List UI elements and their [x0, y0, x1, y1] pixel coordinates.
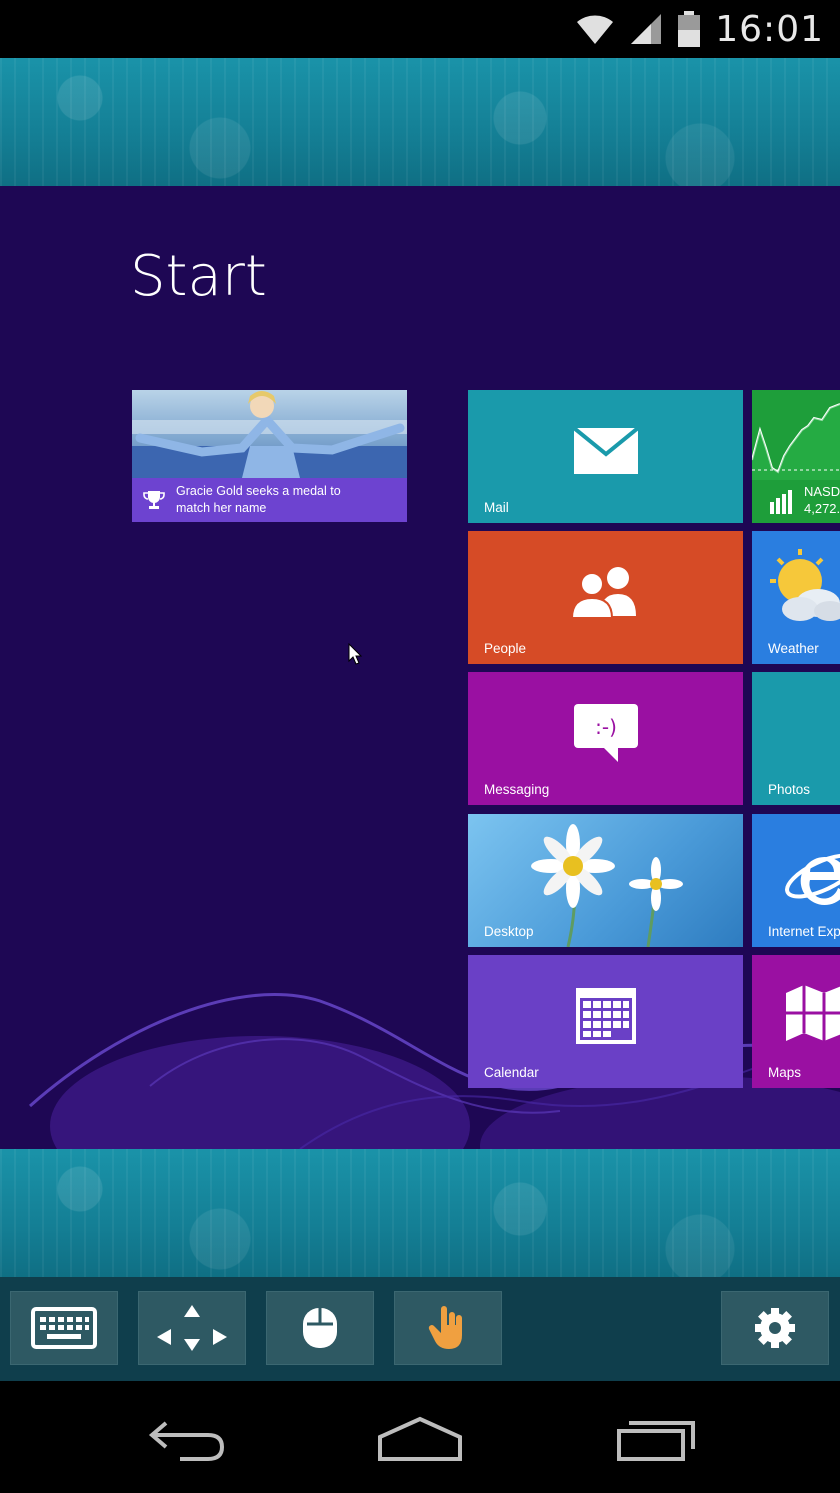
mouse-icon — [303, 1308, 337, 1348]
tile-label: Maps — [768, 1065, 802, 1080]
tile-desktop[interactable]: Desktop — [468, 814, 743, 947]
remote-background-bottom — [0, 1149, 840, 1277]
internet-explorer-icon — [785, 853, 840, 905]
tile-label: People — [484, 641, 527, 656]
keyboard-button[interactable] — [10, 1291, 118, 1365]
tile-label: Messaging — [484, 782, 550, 797]
navigation-bar — [0, 1381, 840, 1493]
home-button[interactable] — [372, 1409, 468, 1469]
news-photo — [132, 390, 407, 478]
tile-finance[interactable]: NASDAQ 4,272. — [752, 390, 840, 523]
recents-button[interactable] — [608, 1409, 704, 1469]
tile-label: Desktop — [484, 924, 534, 939]
back-icon — [148, 1421, 225, 1461]
tile-maps[interactable]: Maps — [752, 955, 840, 1088]
tile-photos[interactable]: Photos — [752, 672, 840, 805]
touch-hand-icon — [428, 1306, 462, 1349]
tile-label: Photos — [768, 782, 811, 797]
tile-label: Calendar — [484, 1065, 539, 1080]
back-button[interactable] — [138, 1409, 234, 1469]
battery-icon — [678, 11, 701, 47]
news-caption: Gracie Gold seeks a medal to match her n… — [132, 478, 407, 522]
tile-label: Internet Expl — [768, 924, 840, 939]
wifi-icon — [577, 15, 614, 44]
remote-desktop-view[interactable]: Start Gracie Gold seeks a medal to match… — [0, 186, 840, 1149]
tile-calendar[interactable]: Calendar — [468, 955, 743, 1088]
clock: 16:01 — [715, 8, 824, 50]
touch-mode-button[interactable] — [394, 1291, 502, 1365]
keyboard-icon — [31, 1307, 97, 1349]
gear-icon — [755, 1308, 795, 1348]
calendar-icon — [575, 988, 636, 1045]
messaging-icon: :-) — [573, 704, 638, 763]
settings-button[interactable] — [721, 1291, 829, 1365]
finance-label: NASDAQ — [804, 484, 840, 499]
tile-label: Mail — [484, 500, 509, 515]
tile-people[interactable]: People — [468, 531, 743, 664]
arrows-icon — [157, 1305, 227, 1351]
status-bar: 16:01 — [0, 0, 840, 58]
tile-label: Weather — [768, 641, 819, 656]
news-tile[interactable]: Gracie Gold seeks a medal to match her n… — [132, 390, 407, 522]
maps-icon — [786, 985, 840, 1041]
finance-value: 4,272. — [804, 501, 840, 516]
status-icons: 16:01 — [575, 8, 824, 50]
svg-text::-): :-) — [595, 715, 617, 739]
tile-mail[interactable]: Mail — [468, 390, 743, 523]
home-icon — [378, 1416, 462, 1461]
mail-icon — [573, 428, 638, 475]
arrow-keys-button[interactable] — [138, 1291, 246, 1365]
tile-messaging[interactable]: :-) Messaging — [468, 672, 743, 805]
signal-icon — [631, 14, 662, 44]
remote-background-top — [0, 58, 840, 186]
tile-internet-explorer[interactable]: Internet Expl — [752, 814, 840, 947]
page-title: Start — [130, 244, 267, 309]
remote-toolbar — [0, 1277, 840, 1381]
mouse-cursor — [348, 643, 363, 665]
mouse-mode-button[interactable] — [266, 1291, 374, 1365]
tile-weather[interactable]: Weather — [752, 531, 840, 664]
trophy-icon — [143, 491, 165, 509]
weather-icon — [770, 549, 840, 621]
people-icon — [570, 567, 636, 619]
news-headline: Gracie Gold seeks a medal to match her n… — [176, 484, 341, 515]
recents-icon — [617, 1421, 695, 1461]
